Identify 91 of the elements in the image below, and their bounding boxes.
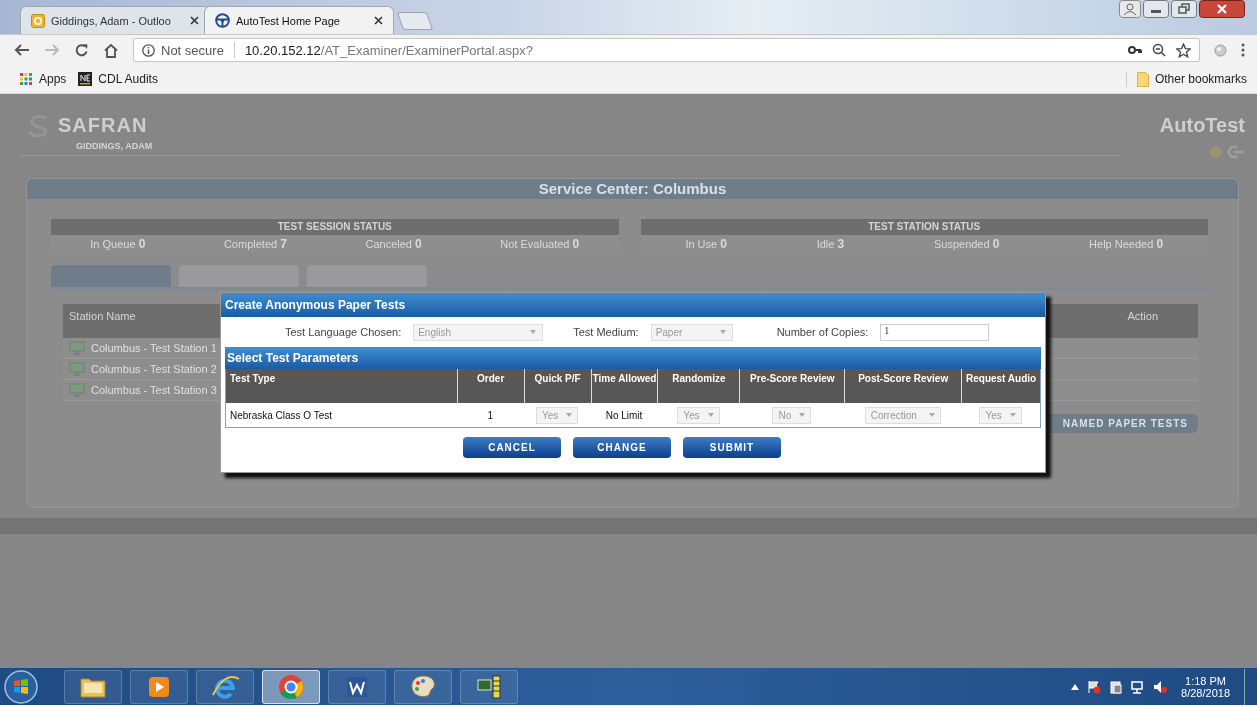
caret-icon [707,413,714,417]
address-bar[interactable]: Not secure 10.20.152.12/AT_Examiner/ExaminerPortal.aspx? [133,38,1200,62]
folder-icon [1136,71,1149,87]
panel-title: Service Center: Columbus [27,179,1238,199]
taskbar-app[interactable] [64,669,122,704]
column-header: Test Type [229,372,277,386]
column-header: Station Name [69,310,136,324]
network-icon[interactable] [1131,679,1146,694]
tab-title: Giddings, Adam - Outloo [51,14,172,27]
bookmark-item[interactable]: Other bookmarks [1125,71,1247,87]
taskbar-app[interactable] [130,669,188,704]
column-header: Time Allowed [590,369,658,403]
column-header: Action [1127,310,1158,324]
dialog-button[interactable]: SUBMIT [683,437,781,458]
section-title: Select Test Parameters [225,347,1041,369]
status-count: Canceled 0 [365,237,422,251]
station-name: Columbus - Test Station 3 [91,384,217,396]
close-icon[interactable] [1199,0,1245,18]
menu-icon[interactable] [1241,43,1245,57]
caret-icon [1009,413,1016,417]
back-arrow-icon[interactable] [14,43,30,57]
start-button-icon[interactable] [2,669,40,704]
dialog-button[interactable]: CANCEL [463,437,561,458]
product-logo: AutoTest [1159,114,1245,137]
up-arrow-icon[interactable] [1071,683,1080,690]
dialog-title: Create Anonymous Paper Tests [221,293,1045,317]
reload-icon[interactable] [74,42,89,58]
status-title: TEST SESSION STATUS [51,219,619,235]
caret-icon [530,330,537,334]
monitor-icon [69,383,85,397]
column-header: Request Audio [961,369,1041,403]
status-count: Idle 3 [816,237,845,251]
taskbar-app[interactable] [460,669,518,704]
taskbar-app[interactable] [262,669,320,704]
device-icon[interactable] [1109,679,1124,694]
mail-app-icon [31,13,45,28]
field-label: Test Medium: [573,326,639,338]
tab-title: AutoTest Home Page [236,14,341,27]
station-name: Columbus - Test Station 1 [91,342,217,354]
minimize-icon[interactable] [1143,0,1169,18]
status-count: In Queue 0 [90,237,146,251]
star-icon[interactable] [1176,42,1191,58]
table-cell-text: 1 [486,409,494,421]
field-label: Number of Copies: [776,326,869,338]
url-text: 10.20.152.12/AT_Examiner/ExaminerPortal.aspx? [244,42,534,58]
flag-icon[interactable] [1087,679,1102,694]
ne-logo-icon [78,72,93,86]
home-icon[interactable] [103,42,119,58]
status-count: Suspended 0 [933,237,1000,251]
caret-icon [799,413,806,417]
column-header: Pre-Score Review [739,369,845,403]
field-label: Test Language Chosen: [285,326,402,338]
steering-wheel-icon [215,13,230,28]
security-label: Not secure [161,42,224,58]
caret-icon [928,413,935,417]
status-count: Help Needed 0 [1089,237,1164,251]
copies-field[interactable]: 1 [880,323,990,341]
speaker-muted-icon[interactable] [1153,679,1168,694]
table-cell-text: Nebraska Class O Test [229,409,334,421]
status-count: Completed 7 [223,237,287,251]
bookmark-item[interactable]: Apps [20,72,67,86]
taskbar-app[interactable] [328,669,386,704]
column-header: Order [456,369,524,403]
bookmark-item[interactable]: CDL Audits [78,72,158,86]
status-count: In Use 0 [685,237,727,251]
caret-icon [566,413,573,417]
station-name: Columbus - Test Station 2 [91,363,217,375]
restore-icon[interactable] [1171,0,1197,18]
profile-icon[interactable] [1119,0,1141,18]
info-icon [142,43,155,57]
status-count: Not Evaluated 0 [500,237,580,251]
column-header: Randomize [657,369,740,403]
zoom-out-icon[interactable] [1152,43,1166,57]
monitor-icon [69,341,85,355]
clock[interactable]: 1:18 PM 8/28/2018 [1181,674,1230,699]
monitor-icon [69,362,85,376]
close-icon[interactable] [374,16,383,25]
taskbar-app[interactable] [196,669,254,704]
column-header: Post-Score Review [844,369,962,403]
browser-tab[interactable]: AutoTest Home Page [204,6,394,34]
taskbar-app[interactable] [394,669,452,704]
close-icon[interactable] [190,16,199,25]
user-name: GIDDINGS, ADAM [76,141,153,151]
dialog-button[interactable]: CHANGE [573,437,671,458]
caret-icon [719,330,726,334]
key-icon[interactable] [1128,45,1142,55]
table-cell-text: No Limit [604,409,644,421]
column-header: Quick P/F [523,369,591,403]
apps-grid-icon [20,72,33,86]
brand-name: SAFRAN [58,114,149,137]
status-title: TEST STATION STATUS [640,219,1208,235]
